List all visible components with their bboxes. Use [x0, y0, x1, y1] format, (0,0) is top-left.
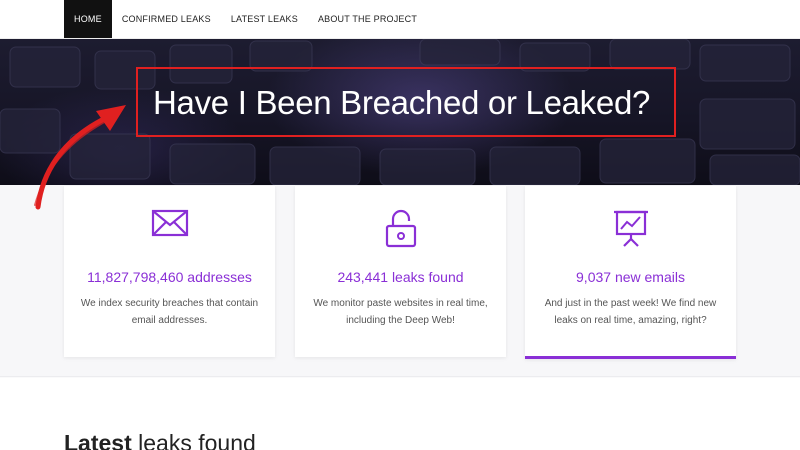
stat-emails: 9,037 new emails: [525, 269, 736, 285]
annotation-arrow-icon: [34, 105, 126, 210]
stat-leaks: 243,441 leaks found: [295, 269, 506, 285]
stat-description: And just in the past week! We find new l…: [544, 298, 717, 326]
latest-heading-bold: Latest: [64, 430, 132, 450]
stat-unit: addresses: [187, 269, 252, 285]
stat-description: We index security breaches that contain …: [80, 298, 259, 326]
stat-value: 243,441: [337, 269, 389, 285]
stat-description: We monitor paste websites in real time, …: [313, 298, 488, 326]
stat-card-addresses: 11,827,798,460 addresses We index securi…: [64, 186, 275, 357]
stat-addresses: 11,827,798,460 addresses: [64, 269, 275, 285]
stat-unit: new emails: [614, 269, 685, 285]
stat-card-emails: 9,037 new emails And just in the past we…: [525, 186, 736, 359]
latest-heading: Latest leaks found: [64, 430, 256, 450]
stat-value: 11,827,798,460: [87, 269, 184, 285]
latest-heading-rest: leaks found: [138, 430, 256, 450]
unlock-icon: [295, 208, 506, 248]
nav-latest-leaks[interactable]: LATEST LEAKS: [221, 0, 308, 38]
stat-value: 9,037: [576, 269, 612, 285]
nav-home[interactable]: HOME: [64, 0, 112, 38]
hero-title: Have I Been Breached or Leaked?: [153, 84, 651, 121]
envelope-icon: [64, 208, 275, 248]
nav-about-project[interactable]: ABOUT THE PROJECT: [308, 0, 427, 38]
nav-confirmed-leaks[interactable]: CONFIRMED LEAKS: [112, 0, 221, 38]
top-nav: HOME CONFIRMED LEAKS LATEST LEAKS ABOUT …: [0, 0, 800, 39]
stat-card-leaks: 243,441 leaks found We monitor paste web…: [295, 186, 506, 357]
presentation-chart-icon: [525, 208, 736, 248]
stat-unit: leaks found: [391, 269, 464, 285]
